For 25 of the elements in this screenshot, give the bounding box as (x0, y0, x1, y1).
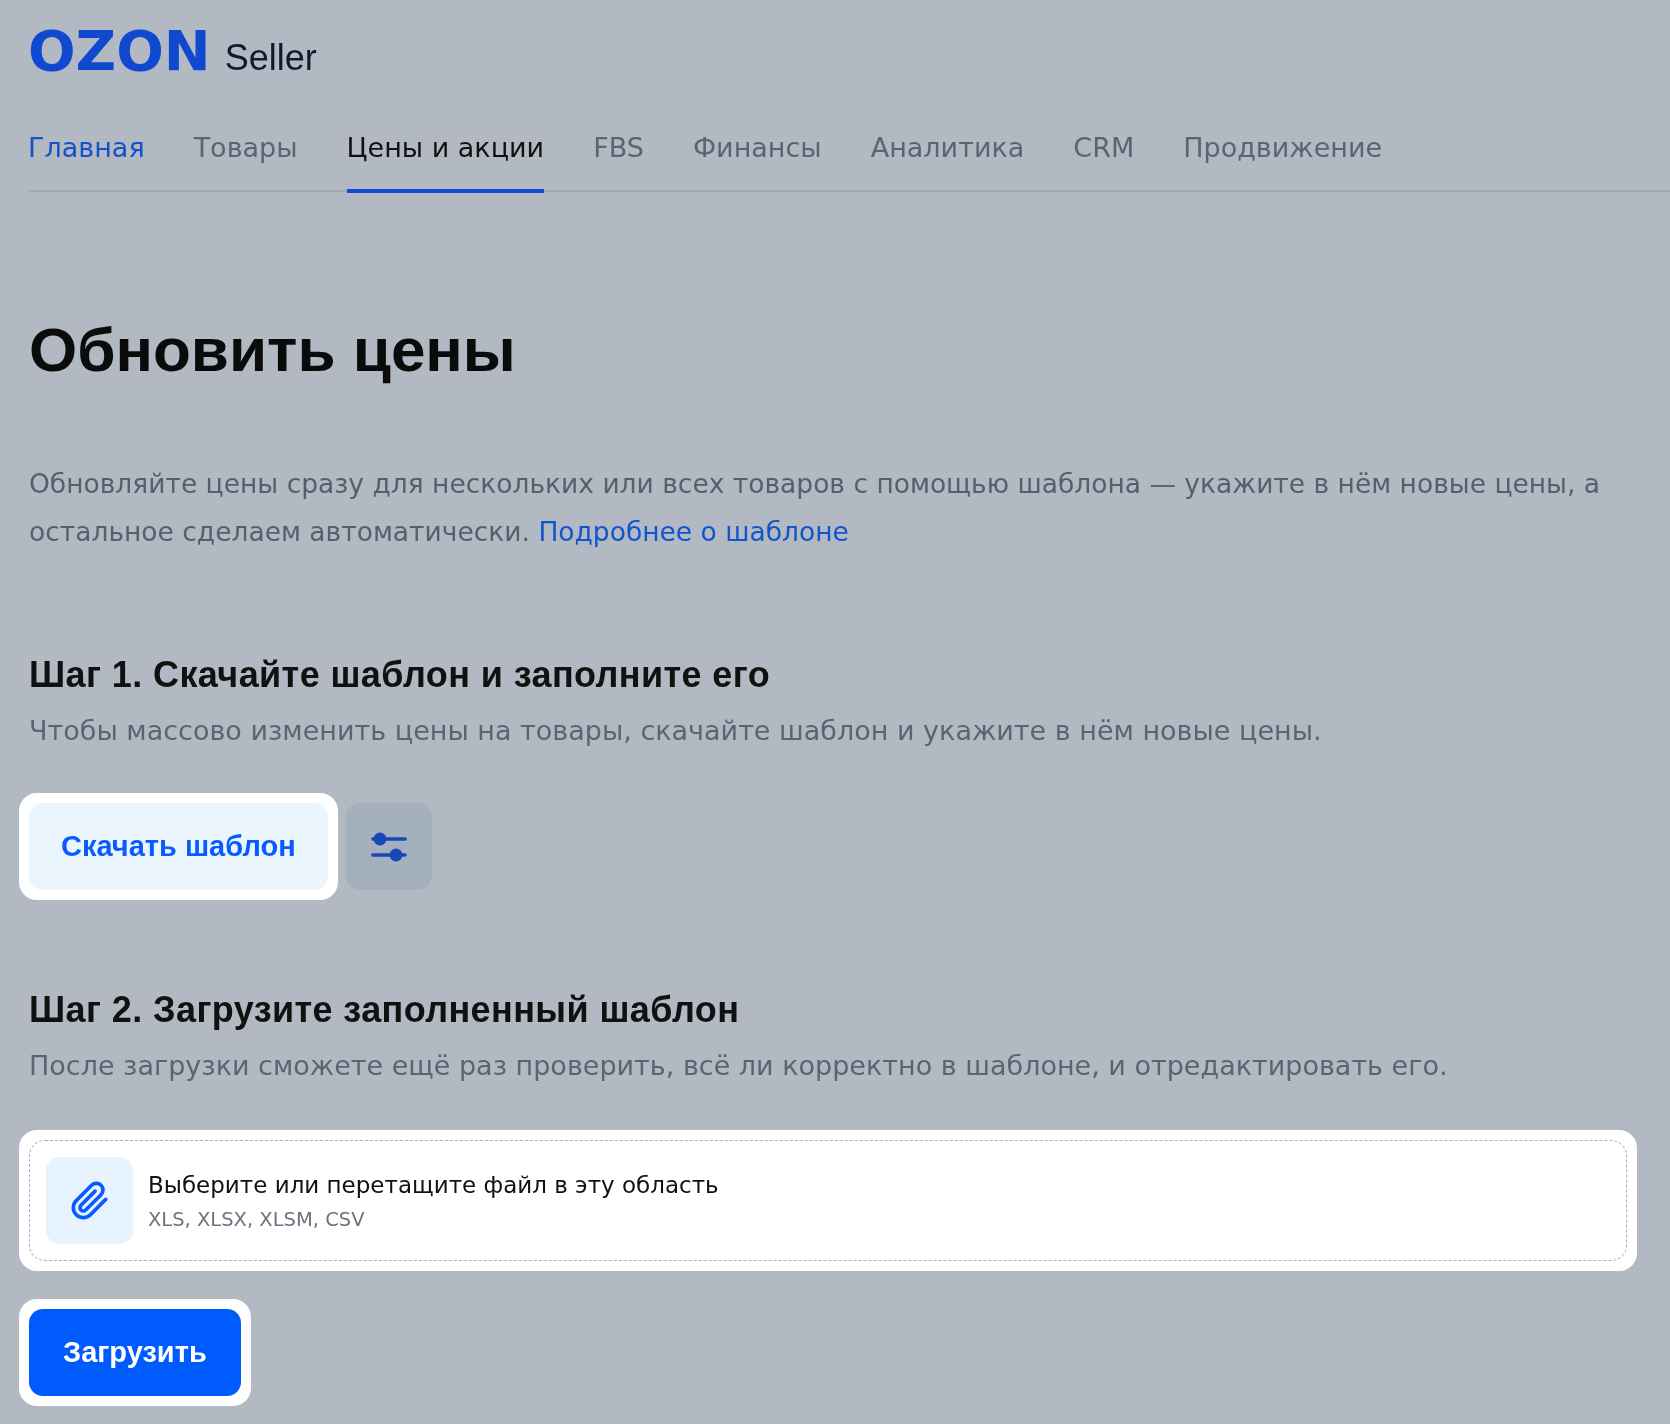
step-heading: Шаг 1. Скачайте шаблон и заполните его (29, 653, 772, 697)
file-formats: XLS, XLSX, XLSM, CSV (148, 1206, 366, 1233)
nav-tab[interactable]: Цены и акции (346, 131, 545, 193)
brand-logo: OZON (28, 19, 211, 83)
template-settings-button[interactable] (345, 803, 432, 890)
nav-tab[interactable]: CRM (1073, 131, 1135, 193)
template-info-link[interactable]: Подробнее о шаблоне (538, 516, 849, 547)
nav-tab[interactable]: Аналитика (870, 131, 1025, 193)
drop-zone-hint: Выберите или перетащите файл в эту область (148, 1170, 719, 1200)
sliders-icon (370, 831, 407, 862)
paperclip-icon (46, 1157, 133, 1244)
step-description: Чтобы массово изменить цены на товары, скачайте шаблон и укажите в нём новые цены. (29, 714, 1323, 748)
step-heading: Шаг 2. Загрузите заполненный шаблон (29, 988, 741, 1032)
upload-button[interactable]: Загрузить (29, 1309, 241, 1396)
step-description: После загрузки сможете ещё раз проверить, всё ли корректно в шаблоне, и отредактировать его. (29, 1049, 1449, 1083)
nav-tab[interactable]: Главная (28, 131, 145, 193)
nav-tab[interactable]: FBS (593, 131, 644, 193)
page-title: Обновить цены (29, 314, 517, 386)
file-drop-zone[interactable]: Выберите или перетащите файл в эту область XLS, XLSX, XLSM, CSV (29, 1140, 1627, 1261)
nav-tab[interactable]: Финансы (692, 131, 822, 193)
nav-tab[interactable]: Продвижение (1183, 131, 1383, 193)
nav-tab[interactable]: Товары (193, 131, 298, 193)
product-name: Seller (224, 36, 317, 80)
download-template-button[interactable]: Скачать шаблон (29, 803, 328, 890)
intro-text: Обновляйте цены сразу для нескольких или всех товаров с помощью шаблона — укажите в нём новые цены, а остальное сделаем автоматически. Подробнее о шаблоне (29, 467, 1602, 549)
